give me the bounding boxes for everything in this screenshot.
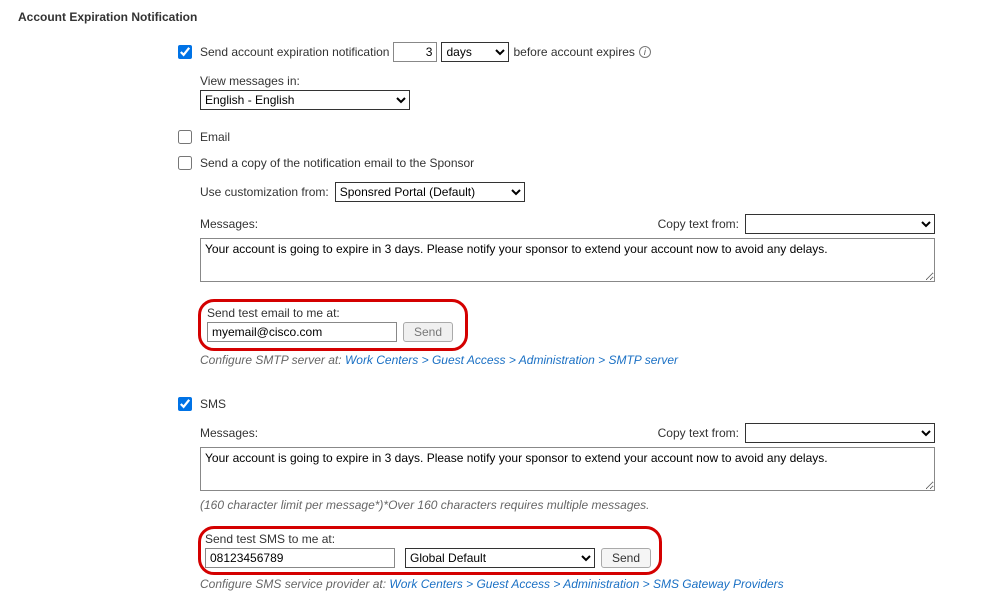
sms-config-prefix: Configure SMS service provider at:	[200, 577, 389, 591]
email-messages-header: Messages: Copy text from:	[200, 214, 935, 234]
info-icon[interactable]: i	[639, 46, 651, 58]
sms-config-link[interactable]: Work Centers > Guest Access > Administra…	[389, 577, 783, 591]
sms-char-limit-note: (160 character limit per message*)*Over …	[200, 498, 650, 512]
send-copy-sponsor-checkbox[interactable]	[178, 156, 192, 170]
email-label: Email	[200, 130, 230, 144]
view-messages-label: View messages in:	[200, 74, 989, 88]
sms-messages-textarea[interactable]: Your account is going to expire in 3 day…	[200, 447, 935, 491]
email-copy-from-select[interactable]	[745, 214, 935, 234]
language-select[interactable]: English - English	[200, 90, 410, 110]
sms-test-send-button[interactable]: Send	[601, 548, 651, 568]
send-notification-row: Send account expiration notification day…	[178, 42, 989, 62]
expiration-unit-select[interactable]: days	[441, 42, 509, 62]
sms-test-input[interactable]	[205, 548, 395, 568]
customization-select[interactable]: Sponsred Portal (Default)	[335, 182, 525, 202]
email-test-input[interactable]	[207, 322, 397, 342]
customization-label: Use customization from:	[200, 185, 329, 199]
sms-config-note: Configure SMS service provider at: Work …	[200, 577, 989, 591]
send-notification-label-before: Send account expiration notification	[200, 45, 389, 59]
sms-copy-from-select[interactable]	[745, 423, 935, 443]
expiration-days-input[interactable]	[393, 42, 437, 62]
email-row: Email	[178, 130, 989, 144]
customization-row: Use customization from: Sponsred Portal …	[200, 182, 989, 202]
email-messages-label: Messages:	[200, 217, 258, 231]
email-test-send-button[interactable]: Send	[403, 322, 453, 342]
email-copy-from-label: Copy text from:	[658, 217, 739, 231]
send-notification-label-after: before account expires	[513, 45, 634, 59]
smtp-config-prefix: Configure SMTP server at:	[200, 353, 345, 367]
sms-test-highlight: Send test SMS to me at: Global Default S…	[198, 526, 662, 575]
sms-messages-label: Messages:	[200, 426, 258, 440]
smtp-config-note: Configure SMTP server at: Work Centers >…	[200, 353, 989, 367]
sms-messages-header: Messages: Copy text from:	[200, 423, 935, 443]
email-test-label: Send test email to me at:	[207, 306, 453, 320]
sms-label: SMS	[200, 397, 226, 411]
sms-copy-from-label: Copy text from:	[658, 426, 739, 440]
section-title: Account Expiration Notification	[18, 10, 989, 24]
sms-test-label: Send test SMS to me at:	[205, 532, 651, 546]
send-notification-checkbox[interactable]	[178, 45, 192, 59]
sms-provider-select[interactable]: Global Default	[405, 548, 595, 568]
send-copy-sponsor-label: Send a copy of the notification email to…	[200, 156, 474, 170]
sms-checkbox[interactable]	[178, 397, 192, 411]
sms-row: SMS	[178, 397, 989, 411]
smtp-config-link[interactable]: Work Centers > Guest Access > Administra…	[345, 353, 678, 367]
send-copy-sponsor-row: Send a copy of the notification email to…	[178, 156, 989, 170]
email-messages-textarea[interactable]: Your account is going to expire in 3 day…	[200, 238, 935, 282]
email-test-highlight: Send test email to me at: Send	[198, 299, 468, 351]
email-checkbox[interactable]	[178, 130, 192, 144]
